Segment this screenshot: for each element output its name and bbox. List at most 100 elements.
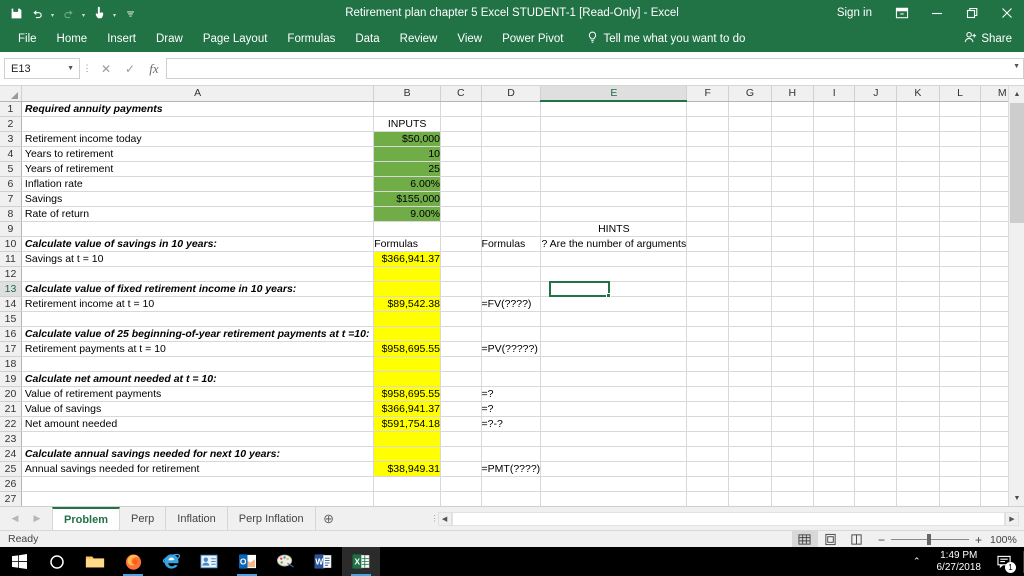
cell-K24[interactable]	[896, 446, 940, 462]
add-sheet-icon[interactable]: ⊕	[316, 507, 342, 530]
cell-H18[interactable]	[771, 356, 814, 372]
cell-I1[interactable]	[813, 101, 856, 117]
cell-B20[interactable]: $958,695.55	[373, 386, 441, 402]
cell-L23[interactable]	[939, 431, 982, 447]
cell-L15[interactable]	[939, 311, 982, 327]
redo-dropdown-icon[interactable]: ▾	[79, 2, 88, 24]
undo-icon[interactable]	[27, 2, 47, 24]
cell-J2[interactable]	[854, 116, 898, 132]
row-header-12[interactable]: 12	[0, 266, 22, 282]
cell-I18[interactable]	[813, 356, 856, 372]
cell-B13[interactable]	[373, 281, 441, 297]
cell-C9[interactable]	[440, 221, 482, 237]
cell-E27[interactable]	[540, 491, 688, 506]
zoom-slider[interactable]	[890, 534, 969, 546]
cell-D13[interactable]	[481, 281, 542, 297]
row-header-6[interactable]: 6	[0, 176, 22, 192]
cell-E7[interactable]	[540, 191, 688, 207]
cell-E11[interactable]	[540, 251, 688, 267]
cell-D11[interactable]	[481, 251, 542, 267]
cell-B15[interactable]	[373, 311, 441, 327]
cell-L17[interactable]	[939, 341, 982, 357]
ribbon-display-options-icon[interactable]	[884, 0, 919, 26]
cell-K8[interactable]	[896, 206, 940, 222]
cell-C26[interactable]	[440, 476, 482, 492]
cell-E1[interactable]	[540, 101, 688, 117]
cell-F13[interactable]	[686, 281, 730, 297]
cell-I19[interactable]	[813, 371, 856, 387]
cell-F1[interactable]	[686, 101, 730, 117]
cell-G14[interactable]	[728, 296, 772, 312]
cell-L2[interactable]	[939, 116, 982, 132]
tab-page-layout[interactable]: Page Layout	[193, 26, 278, 52]
vertical-scrollbar[interactable]: ▲ ▼	[1008, 86, 1024, 506]
cell-K1[interactable]	[896, 101, 940, 117]
row-header-24[interactable]: 24	[0, 446, 22, 462]
paint-icon[interactable]	[266, 547, 304, 576]
cell-A10[interactable]: Calculate value of savings in 10 years:	[21, 236, 375, 252]
cell-H23[interactable]	[771, 431, 814, 447]
close-icon[interactable]	[989, 0, 1024, 26]
cell-E3[interactable]	[540, 131, 688, 147]
cell-L11[interactable]	[939, 251, 982, 267]
cell-L3[interactable]	[939, 131, 982, 147]
cell-F4[interactable]	[686, 146, 730, 162]
cell-K25[interactable]	[896, 461, 940, 477]
zoom-slider-thumb[interactable]	[926, 534, 931, 545]
cell-J5[interactable]	[854, 161, 898, 177]
row-header-9[interactable]: 9	[0, 221, 22, 237]
cell-K19[interactable]	[896, 371, 940, 387]
tab-power-pivot[interactable]: Power Pivot	[492, 26, 573, 52]
cell-G11[interactable]	[728, 251, 772, 267]
cell-E6[interactable]	[540, 176, 688, 192]
cell-I20[interactable]	[813, 386, 856, 402]
insert-function-icon[interactable]: fx	[142, 58, 166, 80]
enter-check-icon[interactable]: ✓	[118, 58, 142, 80]
cell-L5[interactable]	[939, 161, 982, 177]
cell-J21[interactable]	[854, 401, 898, 417]
cell-C10[interactable]	[440, 236, 482, 252]
cell-C3[interactable]	[440, 131, 482, 147]
cell-D2[interactable]	[481, 116, 542, 132]
cell-K16[interactable]	[896, 326, 940, 342]
cell-A24[interactable]: Calculate annual savings needed for next…	[21, 446, 375, 462]
cell-C12[interactable]	[440, 266, 482, 282]
row-header-26[interactable]: 26	[0, 476, 22, 492]
cell-I4[interactable]	[813, 146, 856, 162]
cell-G6[interactable]	[728, 176, 772, 192]
row-header-19[interactable]: 19	[0, 371, 22, 387]
cell-E16[interactable]	[540, 326, 688, 342]
cell-C7[interactable]	[440, 191, 482, 207]
cell-L16[interactable]	[939, 326, 982, 342]
expand-formula-bar-icon[interactable]: ▼	[1013, 63, 1020, 70]
horizontal-scroll-track[interactable]	[451, 511, 1005, 526]
cell-H15[interactable]	[771, 311, 814, 327]
cell-B5[interactable]: 25	[373, 161, 441, 177]
redo-icon[interactable]	[58, 2, 78, 24]
column-header-c[interactable]: C	[440, 86, 482, 102]
cell-F8[interactable]	[686, 206, 730, 222]
cell-A16[interactable]: Calculate value of 25 beginning-of-year …	[21, 326, 375, 342]
cell-I24[interactable]	[813, 446, 856, 462]
column-header-f[interactable]: F	[686, 86, 730, 102]
cell-D16[interactable]	[481, 326, 542, 342]
touch-mouse-mode-icon[interactable]	[89, 2, 109, 24]
row-header-20[interactable]: 20	[0, 386, 22, 402]
cell-G23[interactable]	[728, 431, 772, 447]
cell-C13[interactable]	[440, 281, 482, 297]
row-header-2[interactable]: 2	[0, 116, 22, 132]
cell-F23[interactable]	[686, 431, 730, 447]
cell-I23[interactable]	[813, 431, 856, 447]
cell-E10[interactable]: ? Are the number of arguments	[540, 236, 688, 252]
cell-G15[interactable]	[728, 311, 772, 327]
cell-I26[interactable]	[813, 476, 856, 492]
cell-K2[interactable]	[896, 116, 940, 132]
cell-D27[interactable]	[481, 491, 542, 506]
cell-L4[interactable]	[939, 146, 982, 162]
cell-L7[interactable]	[939, 191, 982, 207]
row-header-8[interactable]: 8	[0, 206, 22, 222]
cell-G27[interactable]	[728, 491, 772, 506]
cell-H12[interactable]	[771, 266, 814, 282]
cell-B11[interactable]: $366,941.37	[373, 251, 441, 267]
cell-C6[interactable]	[440, 176, 482, 192]
